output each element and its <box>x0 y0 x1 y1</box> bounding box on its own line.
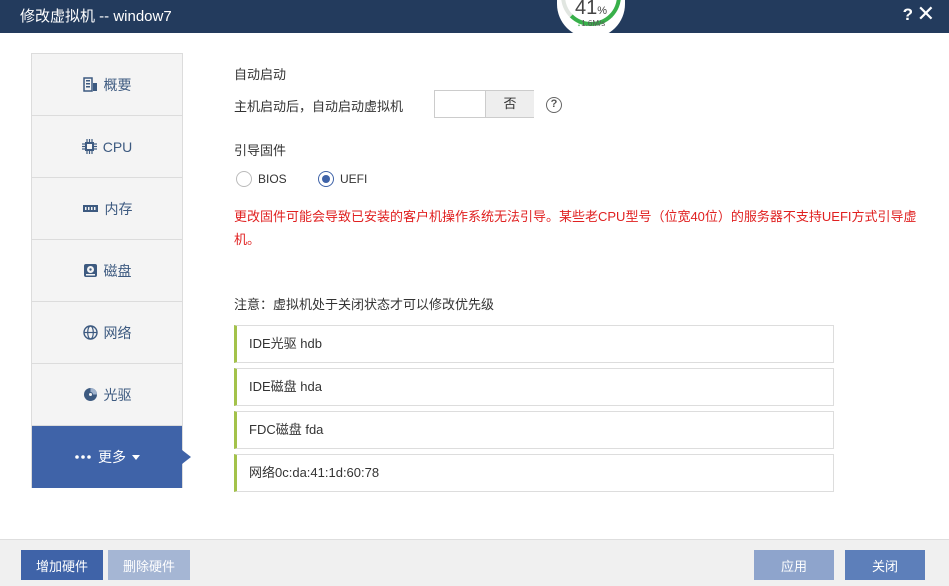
add-hardware-button[interactable]: 增加硬件 <box>21 550 103 580</box>
delete-hardware-button[interactable]: 删除硬件 <box>108 550 190 580</box>
boot-item[interactable]: 网络0c:da:41:1d:60:78 <box>234 454 834 492</box>
footer-bar: 增加硬件 删除硬件 应用 关闭 <box>0 539 949 586</box>
sidebar-item-label: 磁盘 <box>103 262 132 279</box>
boot-item[interactable]: IDE光驱 hdb <box>234 325 834 363</box>
radio-bios[interactable]: BIOS <box>236 171 287 187</box>
boot-item[interactable]: IDE磁盘 hda <box>234 368 834 406</box>
sidebar-item-cdrom[interactable]: 光驱 <box>32 364 182 426</box>
speed-rate: ↓1.6M/s <box>576 18 606 28</box>
radio-uefi-circle[interactable] <box>318 171 334 187</box>
radio-uefi[interactable]: UEFI <box>318 171 367 187</box>
firmware-section-title: 引导固件 <box>234 143 287 158</box>
memory-icon <box>82 201 99 216</box>
apply-button[interactable]: 应用 <box>754 550 834 580</box>
globe-icon <box>82 325 98 340</box>
radio-bios-circle[interactable] <box>236 171 252 187</box>
sidebar-item-memory[interactable]: 内存 <box>32 178 182 240</box>
sidebar-item-overview[interactable]: 概要 <box>32 54 182 116</box>
help-icon[interactable]: ? <box>546 97 562 113</box>
cpu-icon <box>81 139 97 154</box>
radio-uefi-label: UEFI <box>340 172 368 186</box>
sidebar-item-label: 概要 <box>103 76 132 93</box>
sidebar-item-label: 内存 <box>104 200 133 217</box>
sidebar-item-label: 光驱 <box>103 386 132 403</box>
more-icon <box>74 454 92 460</box>
autostart-label: 主机启动后，自动启动虚拟机 <box>234 99 404 114</box>
title-bar: 修改虚拟机 -- window7 ? ✕ <box>0 0 949 33</box>
speed-percent: 41% <box>574 0 608 19</box>
sidebar-item-label: 更多 <box>98 449 126 465</box>
server-icon <box>82 77 98 92</box>
close-icon[interactable]: ✕ <box>917 1 935 27</box>
sidebar-item-label: 网络 <box>103 324 132 341</box>
disk-icon <box>83 263 98 278</box>
sidebar-item-label: CPU <box>102 138 133 155</box>
boot-order-note: 注意：虚拟机处于关闭状态才可以修改优先级 <box>234 297 495 312</box>
radio-bios-label: BIOS <box>258 172 287 186</box>
autostart-toggle[interactable]: 否 <box>434 90 534 118</box>
firmware-warning: 更改固件可能会导致已安装的客户机操作系统无法引导。某些老CPU型号（位宽40位）… <box>234 209 917 247</box>
sidebar-item-cpu[interactable]: CPU <box>32 116 182 178</box>
autostart-section-title: 自动启动 <box>234 67 287 82</box>
cdrom-icon <box>83 387 98 402</box>
help-button[interactable]: ? <box>903 5 913 25</box>
sidebar: 概要 CPU 内存 磁盘 网络 光驱 更多 <box>31 53 191 488</box>
sidebar-item-disk[interactable]: 磁盘 <box>32 240 182 302</box>
sidebar-item-more[interactable]: 更多 <box>32 426 191 488</box>
toggle-value: 否 <box>485 91 534 117</box>
boot-item[interactable]: FDC磁盘 fda <box>234 411 834 449</box>
caret-down-icon <box>132 454 140 460</box>
close-button[interactable]: 关闭 <box>845 550 925 580</box>
window-title: 修改虚拟机 -- window7 <box>20 8 172 25</box>
sidebar-item-network[interactable]: 网络 <box>32 302 182 364</box>
